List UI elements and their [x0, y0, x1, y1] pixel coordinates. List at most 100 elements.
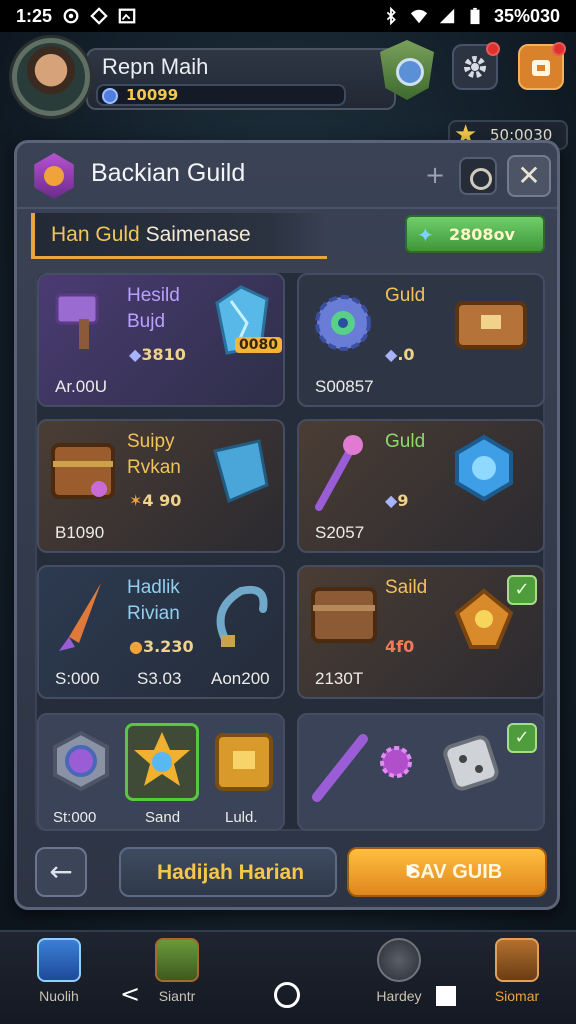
gallery-icon — [118, 8, 136, 24]
notification-dot — [552, 42, 566, 56]
item-footer: S00857 — [315, 377, 374, 396]
golden-chest-icon[interactable] — [211, 727, 277, 797]
crystal-icon — [207, 435, 273, 507]
chest-icon — [309, 579, 379, 649]
cube-icon — [37, 938, 81, 982]
item-grid: Hesild Bujd ◆3810 0080 Ar.00U Guld ◆.0 S… — [35, 271, 545, 831]
selected-check[interactable]: ✓ — [507, 723, 537, 753]
guild-subtitle-bar: Han Guld Saimenase — [31, 213, 327, 259]
purple-gear-icon[interactable] — [375, 741, 417, 783]
settings-button[interactable] — [452, 42, 500, 90]
item-cost: ✶4 90 — [129, 491, 181, 510]
item-cost: ◆9 — [385, 491, 408, 510]
player-header: Repn Maih 10099 ★ 50:0030 — [8, 34, 568, 150]
gear-gem-icon — [311, 289, 375, 359]
nav-label: Hardey — [376, 988, 422, 1004]
nav-item-siomar[interactable]: Siomar — [474, 936, 560, 1022]
staff-icon — [309, 429, 369, 513]
item-name: Guld — [385, 431, 426, 452]
item-card-hadlik[interactable]: Hadlik Rivian ●3.230 S:000 S3.03 Aon200 — [37, 565, 285, 699]
daily-reward-button[interactable]: Hadijah Harian — [119, 847, 337, 897]
treasure-icon — [495, 938, 539, 982]
nav-label: Nuolih — [39, 988, 79, 1004]
coin-icon: ● — [129, 637, 143, 656]
slot-label: Luld. — [225, 809, 258, 826]
item-card-hesild[interactable]: Hesild Bujd ◆3810 0080 Ar.00U — [37, 273, 285, 407]
player-avatar[interactable] — [12, 38, 90, 116]
item-name-2: Bujd — [127, 311, 166, 332]
nav-item-hardey[interactable]: Hardey — [356, 936, 442, 1022]
subtitle-prefix: Han Guld — [51, 223, 140, 246]
chest-icon — [49, 433, 117, 505]
item-cost-value: 3810 — [141, 345, 186, 364]
save-guild-button[interactable]: SAV GUIB ▶ — [347, 847, 547, 897]
plus-icon[interactable]: + — [425, 161, 445, 189]
shop-button[interactable] — [518, 42, 566, 90]
close-button[interactable]: ✕ — [507, 155, 551, 197]
helmet-icon — [377, 938, 421, 982]
chest-icon — [155, 938, 199, 982]
chest-icon — [451, 289, 531, 355]
guild-gold-value: 2808ov — [449, 225, 515, 244]
xp-bar: 10099 — [96, 84, 346, 106]
item-cost: ◆.0 — [385, 345, 415, 364]
record-icon — [63, 8, 79, 24]
guild-modal: Backian Guild + ✕ Han Guld Saimenase ✦ 2… — [14, 140, 560, 910]
guild-gold-button[interactable]: ✦ 2808ov — [405, 215, 545, 253]
item-cost-value: 9 — [397, 491, 409, 510]
status-bar: 1:25 35%030 — [0, 0, 576, 32]
item-card-suipy[interactable]: Suipy Rvkan ✶4 90 B1090 — [37, 419, 285, 553]
wifi-icon — [410, 9, 428, 24]
system-back-icon[interactable]: < — [120, 980, 140, 1008]
app-icon — [90, 7, 108, 25]
sparkle-icon: ✶ — [129, 491, 143, 510]
item-card-guld-2[interactable]: Guld ◆9 S2057 — [297, 419, 545, 553]
shop-icon — [532, 60, 550, 76]
battery-icon — [470, 7, 480, 25]
item-name: Guld — [385, 285, 426, 306]
modal-title-bar: Backian Guild + ✕ — [17, 143, 557, 209]
item-name: Saild — [385, 577, 428, 598]
selected-check[interactable]: ✓ — [507, 575, 537, 605]
shield-gem-icon[interactable] — [49, 729, 113, 793]
item-footer-3: Aon200 — [211, 669, 270, 688]
dice-icon[interactable] — [439, 729, 507, 797]
sun-gem-icon[interactable] — [125, 723, 199, 801]
system-recents-icon[interactable] — [436, 986, 456, 1006]
item-footer-2: S3.03 — [137, 669, 182, 688]
item-name-2: Rivian — [127, 603, 180, 624]
bottom-navigation: Nuolih Siantr Hardey Siomar < — [0, 930, 576, 1024]
xp-value: 10099 — [126, 86, 179, 104]
battery-text: 35%030 — [493, 5, 560, 26]
nav-label: Siantr — [158, 988, 196, 1004]
item-cost: 4f0 — [385, 637, 415, 656]
dagger-icon — [49, 577, 113, 655]
item-cost-value: 4 90 — [142, 491, 182, 510]
hammer-icon — [51, 289, 111, 353]
daily-reward-label: Hadijah Harian — [157, 861, 305, 884]
nav-item-siantr[interactable]: Siantr — [134, 936, 220, 1022]
item-badge: 0080 — [235, 337, 282, 353]
item-card-saild[interactable]: Saild 4f0 ✓ 2130T — [297, 565, 545, 699]
item-slot-group: St:000 Sand Luld. — [37, 713, 285, 831]
guild-emblem-icon — [34, 153, 74, 199]
guild-subtitle: Han Guld Saimenase — [51, 223, 251, 247]
cursor-icon: ▶ — [407, 861, 418, 877]
signal-icon — [439, 8, 455, 24]
item-footer: 2130T — [315, 669, 364, 688]
notification-dot — [486, 42, 500, 56]
item-slot-group-2: ✓ — [297, 713, 545, 831]
nav-item-nuolih[interactable]: Nuolih — [16, 936, 102, 1022]
system-home-icon[interactable] — [274, 982, 300, 1008]
wand-icon[interactable] — [307, 725, 377, 805]
item-name-2: Rvkan — [127, 457, 181, 478]
item-cost-value: .0 — [397, 345, 415, 364]
view-button[interactable] — [459, 157, 497, 195]
back-button[interactable]: ← — [35, 847, 87, 897]
item-footer: S2057 — [315, 523, 365, 542]
item-cost: ◆3810 — [129, 345, 186, 364]
item-card-guld[interactable]: Guld ◆.0 S00857 — [297, 273, 545, 407]
slot-label: Sand — [145, 809, 181, 826]
item-name: Hesild — [127, 285, 180, 306]
item-cost-value: 3.230 — [142, 637, 194, 656]
